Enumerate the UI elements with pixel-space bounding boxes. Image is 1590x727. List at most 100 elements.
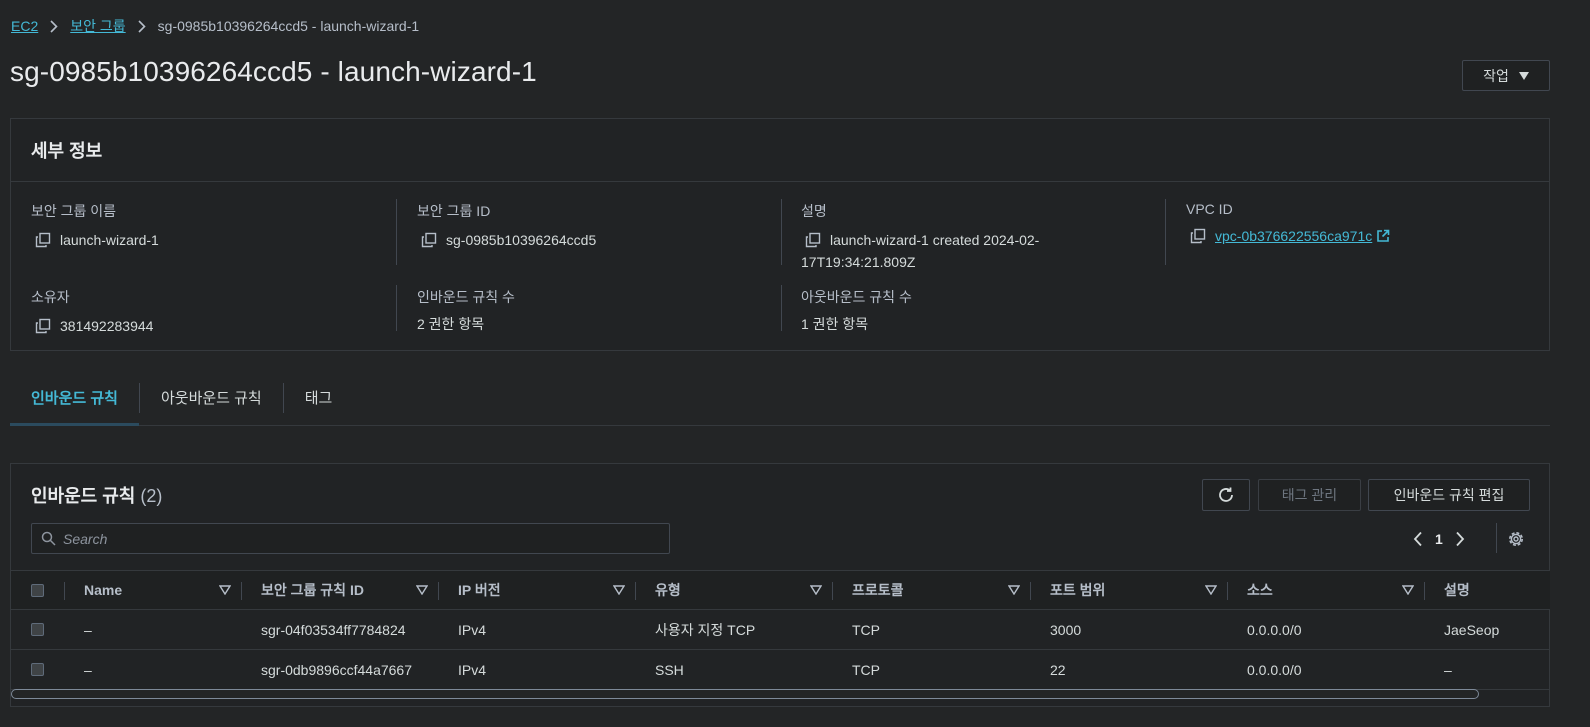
copy-icon[interactable] (805, 232, 821, 248)
copy-icon[interactable] (35, 232, 51, 248)
chevron-right-icon[interactable] (1455, 531, 1465, 547)
tab-tags[interactable]: 태그 (284, 370, 354, 424)
actions-button[interactable]: 작업 (1462, 60, 1550, 91)
column-header-source[interactable]: 소스 (1227, 571, 1424, 609)
row-checkbox[interactable] (31, 663, 44, 676)
cell-source: 0.0.0.0/0 (1247, 621, 1302, 638)
group-name-value: launch-wizard-1 (60, 232, 159, 248)
cell-type: 사용자 지정 TCP (655, 621, 756, 638)
rules-title: 인바운드 규칙 (2) (31, 482, 162, 508)
field-value-row: sg-0985b10396264ccd5 (417, 229, 596, 251)
chevron-left-icon[interactable] (1413, 531, 1423, 547)
column-divider (781, 199, 782, 265)
header-divider (635, 582, 636, 600)
header-divider (438, 582, 439, 600)
field-group-id: 보안 그룹 ID sg-0985b10396264ccd5 (417, 201, 596, 251)
vpc-id-link[interactable]: vpc-0b376622556ca971c (1215, 225, 1372, 247)
copy-icon[interactable] (35, 318, 51, 334)
field-label: 설명 (801, 203, 827, 219)
details-title: 세부 정보 (31, 141, 103, 161)
sort-icon[interactable] (219, 585, 231, 595)
cell-name: – (84, 621, 92, 638)
cell-protocol: TCP (852, 621, 880, 638)
manage-tags-button[interactable]: 태그 관리 (1258, 479, 1361, 511)
chevron-right-icon (138, 19, 146, 33)
breadcrumb-current: sg-0985b10396264ccd5 - launch-wizard-1 (157, 18, 420, 34)
copy-icon[interactable] (421, 232, 437, 248)
cell-name: – (84, 661, 92, 678)
field-label: 인바운드 규칙 수 (417, 289, 515, 305)
column-header-ip-version[interactable]: IP 버전 (438, 571, 635, 609)
header-divider (832, 582, 833, 600)
breadcrumb-link-ec2[interactable]: EC2 (11, 18, 38, 34)
field-label: 소유자 (31, 289, 70, 305)
chevron-right-icon (50, 19, 58, 33)
breadcrumb-link-security-groups[interactable]: 보안 그룹 (70, 16, 125, 36)
sort-icon[interactable] (1008, 585, 1020, 595)
group-id-value: sg-0985b10396264ccd5 (446, 232, 597, 248)
field-vpc-id: VPC ID vpc-0b376622556ca971c (1186, 201, 1390, 247)
cell-rule-id: sgr-0db9896ccf44a7667 (261, 661, 413, 678)
header-divider (1227, 582, 1228, 600)
caret-down-icon (1518, 71, 1529, 80)
column-header-port-range[interactable]: 포트 범위 (1030, 571, 1227, 609)
row-select-cell (11, 650, 64, 689)
cell-ip-version: IPv4 (458, 661, 487, 678)
field-label: 보안 그룹 이름 (31, 203, 117, 219)
field-description: 설명 launch-wizard-1 created 2024-02- 17T1… (801, 201, 1039, 273)
rules-count: (2) (140, 486, 163, 506)
description-value-line2: 17T19:34:21.809Z (801, 254, 916, 270)
field-owner: 소유자 381492283944 (31, 287, 153, 337)
cell-port-range: 3000 (1050, 621, 1082, 638)
search-input[interactable] (63, 530, 643, 547)
cell-description: – (1444, 661, 1452, 678)
table-header: Name 보안 그룹 규칙 ID IP 버전 유형 프로토콜 포트 범위 소스 … (11, 570, 1550, 610)
refresh-button[interactable] (1202, 479, 1250, 511)
page-number[interactable]: 1 (1435, 531, 1443, 547)
tab-inbound-rules[interactable]: 인바운드 규칙 (10, 370, 139, 426)
select-all-checkbox[interactable] (31, 583, 44, 597)
pager-divider (1496, 523, 1497, 553)
column-header-type[interactable]: 유형 (635, 571, 832, 609)
rules-table: Name 보안 그룹 규칙 ID IP 버전 유형 프로토콜 포트 범위 소스 … (11, 570, 1550, 690)
breadcrumb: EC2 보안 그룹 sg-0985b10396264ccd5 - launch-… (11, 16, 419, 36)
row-select-cell (11, 610, 64, 649)
column-header-label: Name (84, 582, 123, 598)
column-header-rule-id[interactable]: 보안 그룹 규칙 ID (241, 571, 438, 609)
table-row[interactable]: – sgr-0db9896ccf44a7667 IPv4 SSH TCP 22 … (11, 650, 1550, 690)
tab-outbound-rules[interactable]: 아웃바운드 규칙 (140, 370, 283, 424)
field-value-row: vpc-0b376622556ca971c (1186, 225, 1390, 247)
column-divider (396, 199, 397, 265)
cell-protocol: TCP (852, 661, 880, 678)
sort-icon[interactable] (613, 585, 625, 595)
page-title: sg-0985b10396264ccd5 - launch-wizard-1 (10, 56, 537, 87)
sort-icon[interactable] (810, 585, 822, 595)
cell-rule-id: sgr-04f03534ff7784824 (261, 621, 406, 638)
column-header-label: IP 버전 (458, 582, 501, 598)
sort-icon[interactable] (1205, 585, 1217, 595)
sort-icon[interactable] (1402, 585, 1414, 595)
copy-icon[interactable] (1190, 228, 1206, 244)
external-link-icon[interactable] (1376, 229, 1390, 243)
column-header-name[interactable]: Name (64, 571, 241, 609)
horizontal-scrollbar[interactable] (11, 689, 1479, 699)
sort-icon[interactable] (416, 585, 428, 595)
outbound-count-value: 1 권한 항목 (801, 316, 869, 332)
table-row[interactable]: – sgr-04f03534ff7784824 IPv4 사용자 지정 TCP … (11, 610, 1550, 650)
column-header-label: 소스 (1247, 582, 1273, 598)
column-header-protocol[interactable]: 프로토콜 (832, 571, 1030, 609)
header-divider (64, 582, 65, 600)
settings-icon[interactable] (1507, 530, 1525, 548)
edit-inbound-rules-button[interactable]: 인바운드 규칙 편집 (1368, 479, 1530, 511)
column-header-description[interactable]: 설명 (1424, 571, 1550, 609)
field-label: VPC ID (1186, 201, 1233, 217)
pagination: 1 (1413, 527, 1465, 551)
field-label: 아웃바운드 규칙 수 (801, 289, 912, 305)
field-value-row: launch-wizard-1 created 2024-02- (801, 229, 1039, 251)
inbound-count-value: 2 권한 항목 (417, 316, 485, 332)
field-inbound-count: 인바운드 규칙 수 2 권한 항목 (417, 287, 515, 334)
column-divider (781, 285, 782, 331)
field-label: 보안 그룹 ID (417, 203, 491, 219)
row-checkbox[interactable] (31, 623, 44, 636)
cell-source: 0.0.0.0/0 (1247, 661, 1302, 678)
